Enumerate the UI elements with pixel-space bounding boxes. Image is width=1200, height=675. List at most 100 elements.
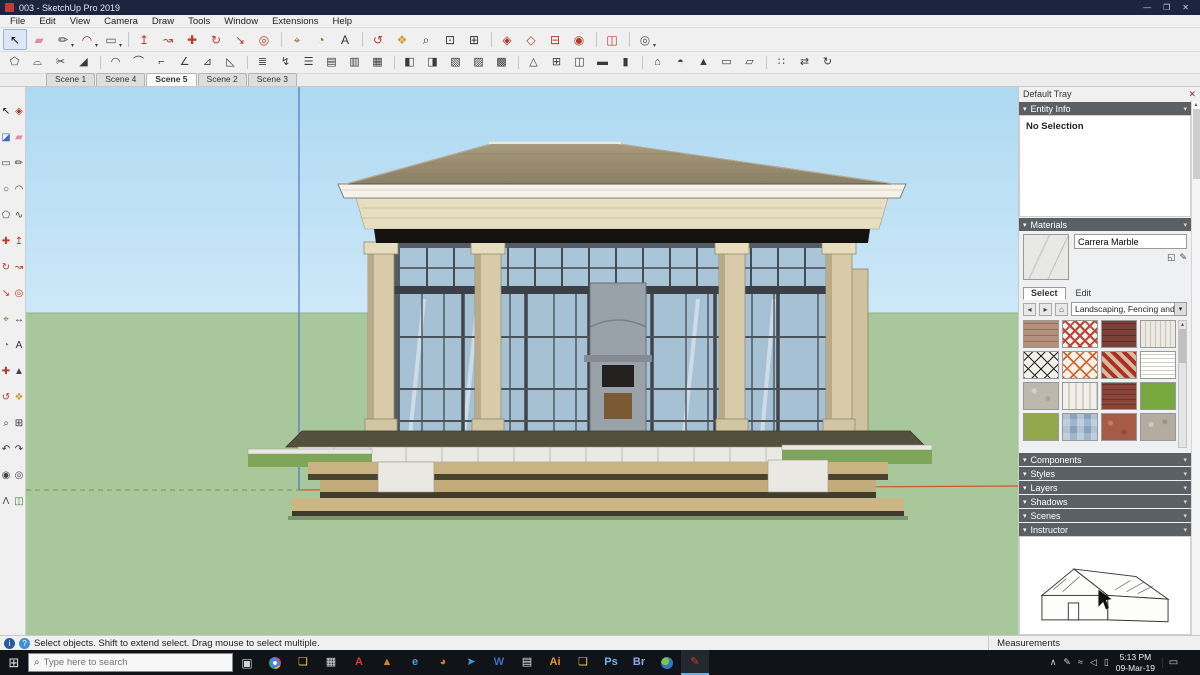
maximize-button[interactable]: ❐ (1163, 3, 1170, 12)
offset-edges-tool[interactable]: ⬠ ▾ (3, 53, 26, 72)
freehand-tool[interactable]: ∿ (13, 203, 25, 228)
roof-tool[interactable]: ⌂ ▾ (642, 53, 669, 72)
pan-tool[interactable]: ❖ (13, 385, 25, 410)
make-component-tool[interactable]: ◈ (13, 99, 25, 124)
pen-tray-icon[interactable]: ✎ (1063, 657, 1071, 668)
measurements-value-box[interactable] (1066, 638, 1196, 649)
pushpull-tool[interactable]: ↥ ▾ (128, 29, 156, 50)
swatch-brick-tan[interactable] (1023, 320, 1059, 348)
menu-edit[interactable]: Edit (32, 16, 62, 27)
menu-extensions[interactable]: Extensions (265, 16, 325, 27)
rotate-tool[interactable]: ↻ (0, 255, 12, 280)
eraser-tool[interactable]: ▰ (13, 125, 25, 150)
pyramid-tool[interactable]: ▲ ▾ (692, 53, 715, 72)
battery-tray-icon[interactable]: ▯ (1104, 657, 1109, 668)
materials-scrollbar[interactable]: ▴ (1178, 320, 1187, 448)
railing-tool[interactable]: ☰ ▾ (297, 53, 320, 72)
floor-tool[interactable]: ▱ ▾ (738, 53, 761, 72)
rotate-array-tool[interactable]: ↻ ▾ (816, 53, 839, 72)
scene-tab-2[interactable]: Scene 2 (197, 73, 247, 86)
eraser-tool[interactable]: ▰ ▾ (27, 29, 51, 50)
shade-left-tool[interactable]: ◧ ▾ (394, 53, 421, 72)
lattice-tool[interactable]: ▦ ▾ (366, 53, 389, 72)
position-camera-tool[interactable]: ◉ (0, 463, 12, 488)
orbit-tool[interactable]: ↺ (0, 385, 12, 410)
swatch-siding-white[interactable] (1140, 320, 1176, 348)
hatch-two-tool[interactable]: ▨ ▾ (467, 53, 490, 72)
task-view-button[interactable]: ▣ (233, 650, 261, 675)
file-explorer-icon[interactable]: ❏ (289, 650, 317, 675)
walk-tool[interactable]: Λ (0, 489, 12, 514)
frame-tool[interactable]: ⊞ ▾ (545, 53, 568, 72)
action-center-button[interactable]: ▭ (1162, 657, 1184, 668)
calculator-icon[interactable]: ▦ (317, 650, 345, 675)
bridge-icon[interactable]: Br (625, 650, 653, 675)
panel-tool[interactable]: ◫ ▾ (568, 53, 591, 72)
axes-tool[interactable]: ✚ (0, 359, 12, 384)
rectangle-tool[interactable]: ▭ ▾ (99, 29, 123, 50)
swatch-fence-white[interactable] (1062, 382, 1098, 410)
look-around-tool[interactable]: ◎ ▾ (629, 29, 657, 50)
spiral-stairs-tool[interactable]: ↯ ▾ (274, 53, 297, 72)
firefox-icon[interactable]: ◕ (429, 650, 457, 675)
swatch-brick-red[interactable] (1101, 382, 1137, 410)
panel-styles[interactable]: ▾ Styles ▾ (1019, 467, 1191, 480)
truss-tool[interactable]: △ ▾ (518, 53, 545, 72)
back-icon[interactable]: ◂ (1023, 302, 1036, 316)
menu-draw[interactable]: Draw (145, 16, 181, 27)
scale-tool[interactable]: ↘ (0, 281, 12, 306)
menu-camera[interactable]: Camera (97, 16, 145, 27)
arc-wall-tool[interactable]: ◠ ▾ (100, 53, 127, 72)
slope-face-tool[interactable]: ⊿ ▾ (196, 53, 219, 72)
paint-bucket-tool[interactable]: ◪ (0, 125, 12, 150)
network-tray-icon[interactable]: ≈ (1078, 657, 1083, 668)
chevron-down-icon[interactable]: ▾ (1174, 303, 1186, 315)
look-around-tool[interactable]: ◎ (13, 463, 25, 488)
pushpull-tool[interactable]: ↥ (13, 229, 25, 254)
taper-face-tool[interactable]: ◢ ▾ (72, 53, 95, 72)
shade-right-tool[interactable]: ◨ ▾ (421, 53, 444, 72)
followme-tool[interactable]: ↝ (13, 255, 25, 280)
swatch-lattice-white[interactable] (1140, 351, 1176, 379)
telegram-icon[interactable]: ➤ (457, 650, 485, 675)
panel-menu-icon[interactable]: ▾ (1183, 456, 1187, 464)
menu-tools[interactable]: Tools (181, 16, 217, 27)
make-component-tool[interactable]: ◈ ▾ (491, 29, 519, 50)
orbit-tool[interactable]: ↺ ▾ (362, 29, 390, 50)
search-input[interactable] (43, 657, 214, 668)
material-category-dropdown[interactable]: Landscaping, Fencing and Ve ▾ (1071, 302, 1187, 316)
offset-tool[interactable]: ◎ (13, 281, 25, 306)
panel-instructor[interactable]: ▾ Instructor ▾ (1019, 523, 1191, 536)
panel-menu-icon[interactable]: ▾ (1183, 498, 1187, 506)
previous-view-tool[interactable]: ↶ (0, 437, 12, 462)
hatch-one-tool[interactable]: ▧ ▾ (444, 53, 467, 72)
tape-measure-tool[interactable]: ⌖ ▾ (281, 29, 309, 50)
scroll-up-icon[interactable]: ▴ (1181, 321, 1184, 328)
zoom-tool[interactable]: ⌕ (0, 411, 12, 436)
stairs-tool[interactable]: ≣ ▾ (247, 53, 274, 72)
taskbar-clock[interactable]: 5:13 PM 09-Mar-19 (1116, 652, 1155, 673)
scene-tab-3[interactable]: Scene 3 (247, 73, 297, 86)
scrollbar-thumb[interactable] (1192, 109, 1200, 179)
material-name-field[interactable] (1074, 234, 1187, 249)
line-tool[interactable]: ✏ ▾ (51, 29, 75, 50)
protractor-tool[interactable]: ◔ ▾ (309, 29, 333, 50)
scale-tool[interactable]: ↘ ▾ (228, 29, 252, 50)
chrome-icon[interactable] (261, 650, 289, 675)
grille-tool[interactable]: ▩ ▾ (490, 53, 513, 72)
arc-tool[interactable]: ◠ (13, 177, 25, 202)
swatch-trellis-red[interactable] (1062, 320, 1098, 348)
offset-tool[interactable]: ◎ ▾ (252, 29, 276, 50)
media-player-icon[interactable]: ▲ (373, 650, 401, 675)
panel-scenes[interactable]: ▾ Scenes ▾ (1019, 509, 1191, 522)
scene-tab-1[interactable]: Scene 1 (46, 73, 96, 86)
text-tool[interactable]: A (13, 333, 25, 358)
tray-scrollbar[interactable]: ▴ (1191, 101, 1200, 635)
earth-icon[interactable] (653, 650, 681, 675)
minimize-button[interactable]: — (1143, 3, 1151, 12)
swatch-weave-terracotta[interactable] (1101, 351, 1137, 379)
polygon-tool[interactable]: ⬠ (0, 203, 12, 228)
edge-icon[interactable]: e (401, 650, 429, 675)
zoom-window-tool[interactable]: ⊡ ▾ (438, 29, 462, 50)
chamfer-tool[interactable]: ∠ ▾ (173, 53, 196, 72)
